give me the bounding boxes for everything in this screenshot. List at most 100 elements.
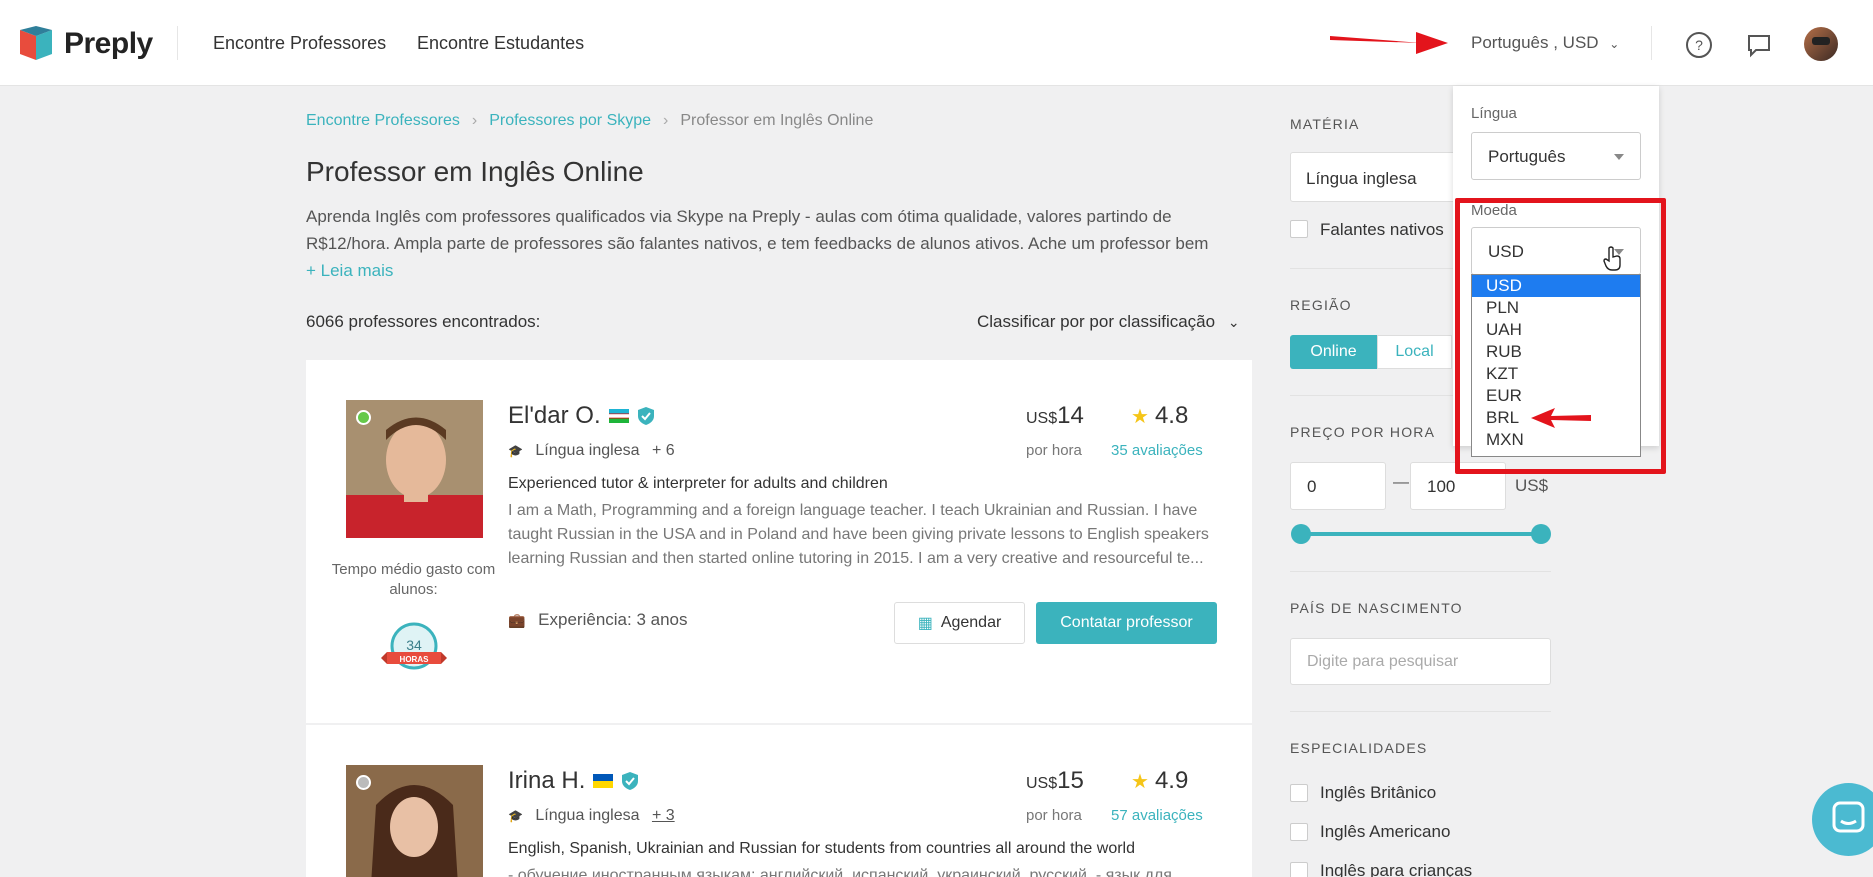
tutor-rating: ★ 4.8	[1131, 402, 1188, 430]
chat-icon	[1832, 801, 1865, 833]
tutor-bio: I am a Math, Programming and a foreign l…	[508, 502, 1209, 567]
read-more-link[interactable]: + Leia mais	[306, 261, 393, 281]
rating-value: 4.8	[1154, 402, 1189, 429]
star-icon: ★	[1131, 405, 1149, 428]
tutor-card[interactable]: El'dar O. 🎓 Língua inglesa + 6 US$14 por…	[306, 360, 1252, 723]
price-slider-track[interactable]	[1300, 532, 1540, 536]
tutor-subjects: 🎓 Língua inglesa + 6	[508, 442, 675, 460]
svg-text:?: ?	[1695, 37, 1703, 53]
region-local-tab[interactable]: Local	[1377, 335, 1452, 369]
language-value: Português	[1488, 147, 1566, 166]
specialties-label: ESPECIALIDADES	[1290, 740, 1428, 756]
language-select[interactable]: Português	[1471, 132, 1641, 180]
native-speakers-label: Falantes nativos	[1320, 220, 1444, 239]
region-toggle: Online Local	[1290, 335, 1452, 369]
graduation-cap-icon: 🎓	[508, 444, 523, 458]
reviews-link[interactable]: 57 avaliações	[1111, 807, 1203, 824]
tutor-name[interactable]: El'dar O.	[508, 402, 655, 430]
tutor-name[interactable]: Irina H.	[508, 767, 639, 795]
specialty-checkbox-british[interactable]	[1290, 784, 1308, 802]
filter-divider	[1290, 711, 1551, 712]
price-slider-min-handle[interactable]	[1291, 524, 1311, 544]
tutor-bio: - обучение иностранным языкам: английски…	[508, 867, 1172, 877]
help-circle-icon[interactable]: ?	[1684, 30, 1714, 60]
tutor-photo[interactable]	[346, 765, 483, 877]
tutor-price: US$15	[1026, 767, 1084, 795]
region-online-tab[interactable]: Online	[1290, 335, 1377, 369]
star-icon: ★	[1131, 770, 1149, 793]
rating-value: 4.9	[1154, 767, 1189, 794]
nav-find-students[interactable]: Encontre Estudantes	[417, 33, 584, 54]
nav-find-tutors[interactable]: Encontre Professores	[213, 33, 386, 54]
top-header: Preply Encontre Professores Encontre Est…	[0, 0, 1873, 86]
uzbekistan-flag-icon	[608, 409, 629, 423]
logo-text: Preply	[64, 27, 153, 60]
ukraine-flag-icon	[593, 774, 614, 788]
birth-country-label: PAÍS DE NASCIMENTO	[1290, 600, 1463, 616]
page-description: Aprenda Inglês com professores qualifica…	[306, 207, 1209, 253]
price-range-dash: —	[1393, 474, 1409, 491]
chat-bubble-icon[interactable]	[1744, 30, 1774, 60]
schedule-button[interactable]: ▦ Agendar	[894, 602, 1025, 644]
price-value: 14	[1057, 402, 1084, 429]
tutor-card[interactable]: Irina H. 🎓 Língua inglesa + 3 US$15 por …	[306, 725, 1252, 877]
online-status-indicator	[356, 410, 371, 425]
language-currency-selector[interactable]: Português , USD ⌄	[1471, 33, 1619, 53]
price-filter-label: PREÇO POR HORA	[1290, 424, 1436, 440]
results-count: 6066 professores encontrados:	[306, 312, 541, 331]
specialty-label-british: Inglês Britânico	[1320, 783, 1437, 802]
support-chat-button[interactable]	[1812, 783, 1873, 856]
preply-logo-icon	[20, 26, 52, 60]
header-divider-2	[1651, 26, 1652, 60]
price-currency: US$	[1026, 775, 1058, 792]
tutor-rating: ★ 4.9	[1131, 767, 1188, 795]
price-slider-max-handle[interactable]	[1531, 524, 1551, 544]
specialty-checkbox-american[interactable]	[1290, 823, 1308, 841]
native-speakers-checkbox[interactable]	[1290, 220, 1308, 238]
more-subjects-link[interactable]: + 3	[652, 807, 675, 824]
tutor-name-text: Irina H.	[508, 767, 586, 794]
more-subjects-link[interactable]: + 6	[652, 442, 675, 459]
breadcrumb-link-skype-tutors[interactable]: Professores por Skype	[489, 112, 651, 130]
tutor-name-text: El'dar O.	[508, 402, 601, 429]
breadcrumb-link-find-tutors[interactable]: Encontre Professores	[306, 112, 460, 130]
filter-divider	[1290, 571, 1551, 572]
badge-hours-number: 34	[406, 637, 422, 653]
calendar-icon: ▦	[917, 615, 933, 632]
chevron-right-icon: ›	[663, 112, 669, 129]
tutor-price: US$14	[1026, 402, 1084, 430]
header-divider	[177, 26, 178, 60]
sort-dropdown[interactable]: Classificar por por classificação ⌄	[977, 312, 1240, 332]
subject-text: Língua inglesa	[535, 442, 640, 459]
page-title: Professor em Inglês Online	[306, 156, 644, 187]
language-currency-label: Português , USD	[1471, 33, 1599, 52]
per-hour-label: por hora	[1026, 807, 1082, 824]
graduation-cap-icon: 🎓	[508, 809, 523, 823]
subject-text: Língua inglesa	[535, 807, 640, 824]
experience-text: Experiência: 3 anos	[538, 610, 688, 629]
annotation-arrow-icon	[1330, 32, 1448, 54]
annotation-highlight-box	[1455, 198, 1666, 474]
annotation-arrow-left-icon	[1531, 408, 1591, 428]
avg-time-label: Tempo médio gasto com alunos:	[331, 561, 496, 598]
subject-filter-label: MATÉRIA	[1290, 116, 1360, 132]
chevron-right-icon: ›	[471, 112, 478, 129]
tutor-photo[interactable]	[346, 400, 483, 538]
reviews-link[interactable]: 35 avaliações	[1111, 442, 1203, 459]
chevron-down-icon: ⌄	[1609, 37, 1620, 51]
breadcrumb: Encontre Professores › Professores por S…	[306, 112, 873, 130]
region-filter-label: REGIÃO	[1290, 297, 1352, 313]
price-min-input[interactable]: 0	[1290, 462, 1386, 510]
contact-tutor-button[interactable]: Contatar professor	[1036, 602, 1217, 644]
language-label: Língua	[1471, 105, 1517, 122]
hours-badge-icon: 34 HORAS	[381, 622, 447, 670]
birth-country-search-input[interactable]: Digite para pesquisar	[1290, 638, 1551, 685]
per-hour-label: por hora	[1026, 442, 1082, 459]
user-avatar[interactable]	[1804, 27, 1838, 61]
sort-label: Classificar por por classificação	[977, 312, 1216, 331]
offline-status-indicator	[356, 775, 371, 790]
tutor-headline: Experienced tutor & interpreter for adul…	[508, 475, 888, 492]
verified-shield-icon	[637, 407, 654, 425]
specialty-checkbox-kids[interactable]	[1290, 862, 1308, 877]
preply-logo[interactable]: Preply	[18, 26, 153, 62]
